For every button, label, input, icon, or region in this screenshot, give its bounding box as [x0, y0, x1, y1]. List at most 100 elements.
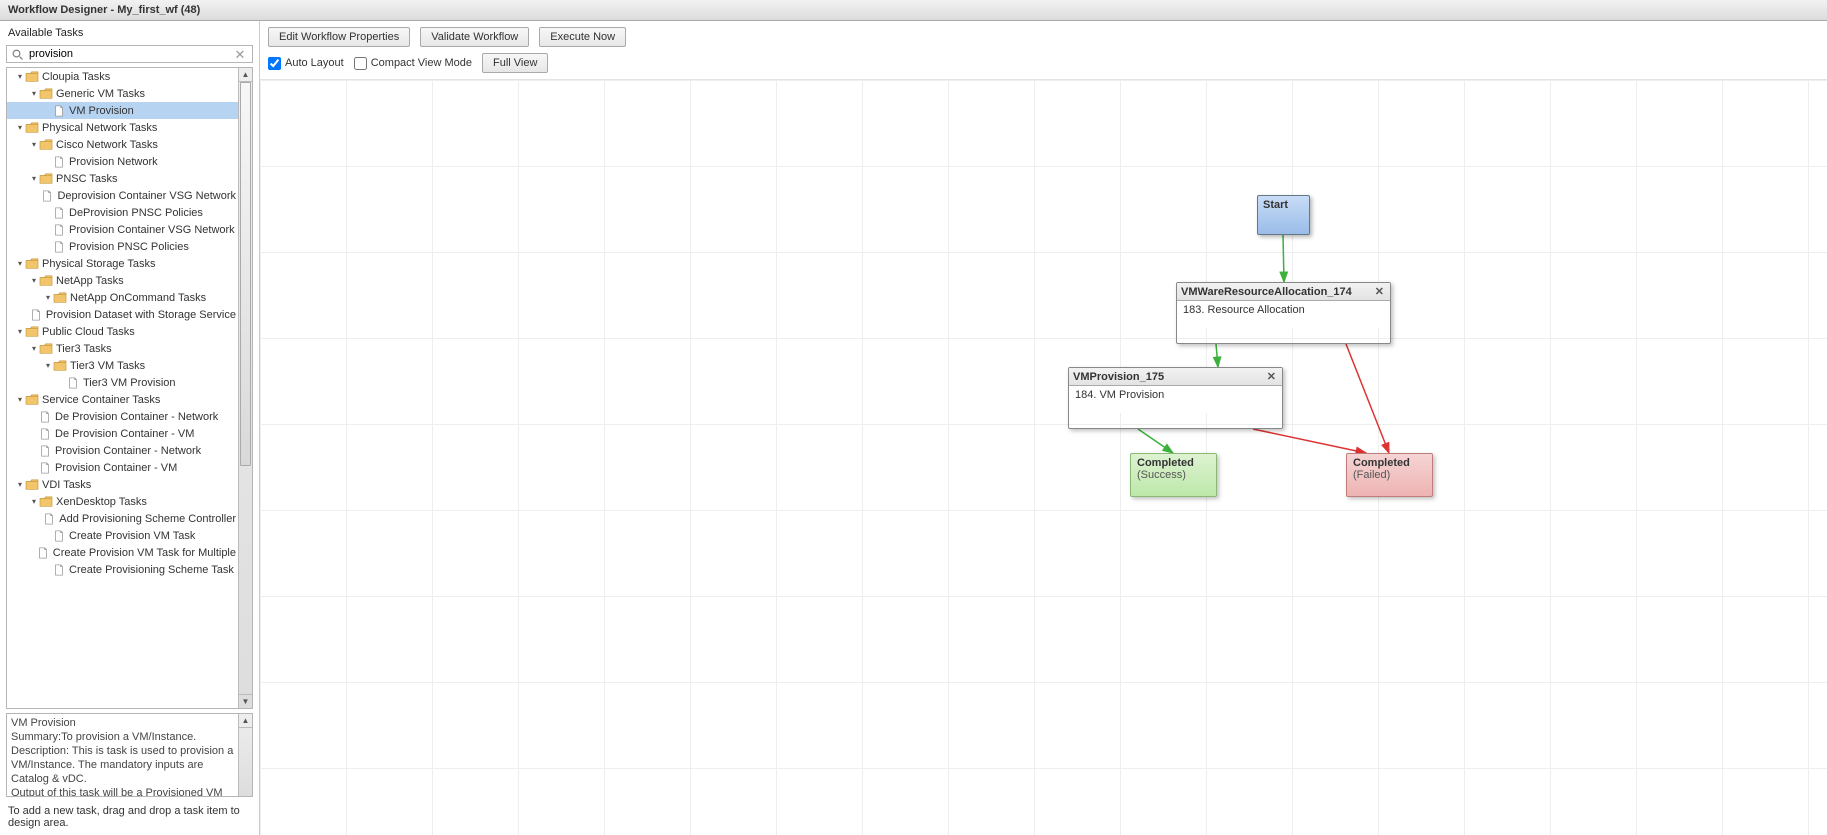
tree-folder[interactable]: ▾Public Cloud Tasks: [7, 323, 238, 340]
tree-item-label: DeProvision PNSC Policies: [69, 207, 203, 219]
folder-icon: [53, 292, 67, 304]
folder-icon: [25, 394, 39, 406]
tree-task-item[interactable]: Provision Container - Network: [7, 442, 238, 459]
tree-item-label: Service Container Tasks: [42, 394, 160, 406]
tree-item-label: Create Provisioning Scheme Task: [69, 564, 234, 576]
tree-item-label: Provision PNSC Policies: [69, 241, 189, 253]
toolbar: Edit Workflow Properties Validate Workfl…: [260, 21, 1827, 80]
task-tree-scroll[interactable]: ▾Cloupia Tasks▾Generic VM TasksVM Provis…: [7, 68, 238, 708]
start-node[interactable]: Start: [1257, 195, 1310, 235]
auto-layout-checkbox-input[interactable]: [268, 57, 281, 70]
compact-view-label: Compact View Mode: [371, 57, 472, 69]
task-icon: [39, 428, 51, 440]
tree-item-label: Provision Dataset with Storage Service: [46, 309, 236, 321]
validate-workflow-button[interactable]: Validate Workflow: [420, 27, 529, 47]
expand-icon[interactable]: ▾: [29, 174, 39, 183]
task-icon: [37, 547, 49, 559]
full-view-button[interactable]: Full View: [482, 53, 548, 73]
clear-search-icon[interactable]: ✕: [233, 48, 247, 62]
expand-icon[interactable]: ▾: [15, 480, 25, 489]
tree-folder[interactable]: ▾ Service Container Tasks: [7, 391, 238, 408]
edit-workflow-properties-button[interactable]: Edit Workflow Properties: [268, 27, 410, 47]
drag-hint: To add a new task, drag and drop a task …: [0, 801, 259, 835]
expand-icon[interactable]: ▾: [15, 327, 25, 336]
task-icon: [30, 309, 42, 321]
workflow-node-resource-allocation[interactable]: VMWareResourceAllocation_174✕183. Resour…: [1176, 282, 1391, 344]
tree-task-item[interactable]: Add Provisioning Scheme Controller: [7, 510, 238, 527]
task-icon: [39, 462, 51, 474]
tree-scrollbar[interactable]: ▲ ▼: [238, 68, 252, 708]
scroll-thumb[interactable]: [240, 82, 251, 466]
tree-task-item[interactable]: Deprovision Container VSG Network: [7, 187, 238, 204]
tree-task-item[interactable]: Tier3 VM Provision: [7, 374, 238, 391]
tree-task-item[interactable]: Provision Network: [7, 153, 238, 170]
tree-task-item[interactable]: De Provision Container - Network: [7, 408, 238, 425]
expand-icon[interactable]: ▾: [29, 344, 39, 353]
tree-item-label: NetApp OnCommand Tasks: [70, 292, 206, 304]
auto-layout-checkbox[interactable]: Auto Layout: [268, 57, 344, 70]
tree-task-item[interactable]: Create Provision VM Task: [7, 527, 238, 544]
tree-item-label: Provision Network: [69, 156, 158, 168]
auto-layout-label: Auto Layout: [285, 57, 344, 69]
desc-output: Output of this task will be a Provisione…: [11, 786, 236, 797]
close-icon[interactable]: ✕: [1265, 370, 1278, 383]
expand-icon[interactable]: ▾: [29, 89, 39, 98]
scroll-up-icon[interactable]: ▲: [239, 68, 252, 82]
task-icon: [53, 530, 65, 542]
execute-now-button[interactable]: Execute Now: [539, 27, 626, 47]
tree-task-item[interactable]: Provision Dataset with Storage Service: [7, 306, 238, 323]
scroll-up-icon[interactable]: ▲: [239, 714, 252, 728]
expand-icon[interactable]: ▾: [15, 72, 25, 81]
expand-icon[interactable]: ▾: [29, 140, 39, 149]
expand-icon[interactable]: ▾: [29, 276, 39, 285]
completed-failed-node[interactable]: Completed(Failed): [1346, 453, 1433, 497]
tree-folder[interactable]: ▾VDI Tasks: [7, 476, 238, 493]
tree-item-label: Create Provision VM Task: [69, 530, 195, 542]
search-input[interactable]: [6, 45, 253, 63]
tree-folder[interactable]: ▾Tier3 VM Tasks: [7, 357, 238, 374]
compact-view-checkbox-input[interactable]: [354, 57, 367, 70]
tree-task-item[interactable]: Provision PNSC Policies: [7, 238, 238, 255]
tree-item-label: Physical Network Tasks: [42, 122, 157, 134]
tree-item-label: Tier3 VM Provision: [83, 377, 176, 389]
tree-folder[interactable]: ▾Tier3 Tasks: [7, 340, 238, 357]
tree-folder[interactable]: ▾Generic VM Tasks: [7, 85, 238, 102]
folder-icon: [39, 343, 53, 355]
tree-folder[interactable]: ▾Cloupia Tasks: [7, 68, 238, 85]
tree-folder[interactable]: ▾ Physical Network Tasks: [7, 119, 238, 136]
completed-success-node[interactable]: Completed(Success): [1130, 453, 1217, 497]
expand-icon[interactable]: ▾: [29, 497, 39, 506]
node-body: 184. VM Provision: [1069, 386, 1282, 413]
end-node-status: (Success): [1137, 469, 1210, 481]
tree-task-item[interactable]: VM Provision: [7, 102, 238, 119]
tree-folder[interactable]: ▾PNSC Tasks: [7, 170, 238, 187]
tree-folder[interactable]: ▾ NetApp OnCommand Tasks: [7, 289, 238, 306]
expand-icon[interactable]: ▾: [43, 293, 53, 302]
desc-scrollbar[interactable]: ▲: [238, 714, 252, 796]
task-icon: [39, 411, 51, 423]
expand-icon[interactable]: ▾: [15, 123, 25, 132]
expand-icon[interactable]: ▾: [15, 259, 25, 268]
compact-view-checkbox[interactable]: Compact View Mode: [354, 57, 472, 70]
close-icon[interactable]: ✕: [1373, 285, 1386, 298]
workflow-canvas[interactable]: Start VMWareResourceAllocation_174✕183. R…: [260, 80, 1827, 835]
tree-folder[interactable]: ▾Cisco Network Tasks: [7, 136, 238, 153]
tree-task-item[interactable]: Provision Container - VM: [7, 459, 238, 476]
tree-task-item[interactable]: Create Provisioning Scheme Task: [7, 561, 238, 578]
expand-icon[interactable]: ▾: [15, 395, 25, 404]
tree-task-item[interactable]: De Provision Container - VM: [7, 425, 238, 442]
tree-task-item[interactable]: DeProvision PNSC Policies: [7, 204, 238, 221]
desc-description: Description: This is task is used to pro…: [11, 744, 236, 786]
tree-folder[interactable]: ▾Physical Storage Tasks: [7, 255, 238, 272]
tree-folder[interactable]: ▾NetApp Tasks: [7, 272, 238, 289]
expand-icon[interactable]: ▾: [43, 361, 53, 370]
scroll-down-icon[interactable]: ▼: [239, 694, 252, 708]
tree-task-item[interactable]: Create Provision VM Task for Multiple: [7, 544, 238, 561]
desc-title: VM Provision: [11, 716, 236, 730]
tree-folder[interactable]: ▾XenDesktop Tasks: [7, 493, 238, 510]
folder-icon: [39, 173, 53, 185]
workflow-node-vm-provision[interactable]: VMProvision_175✕184. VM Provision: [1068, 367, 1283, 429]
tree-item-label: Provision Container - Network: [55, 445, 201, 457]
folder-icon: [39, 496, 53, 508]
tree-task-item[interactable]: Provision Container VSG Network: [7, 221, 238, 238]
